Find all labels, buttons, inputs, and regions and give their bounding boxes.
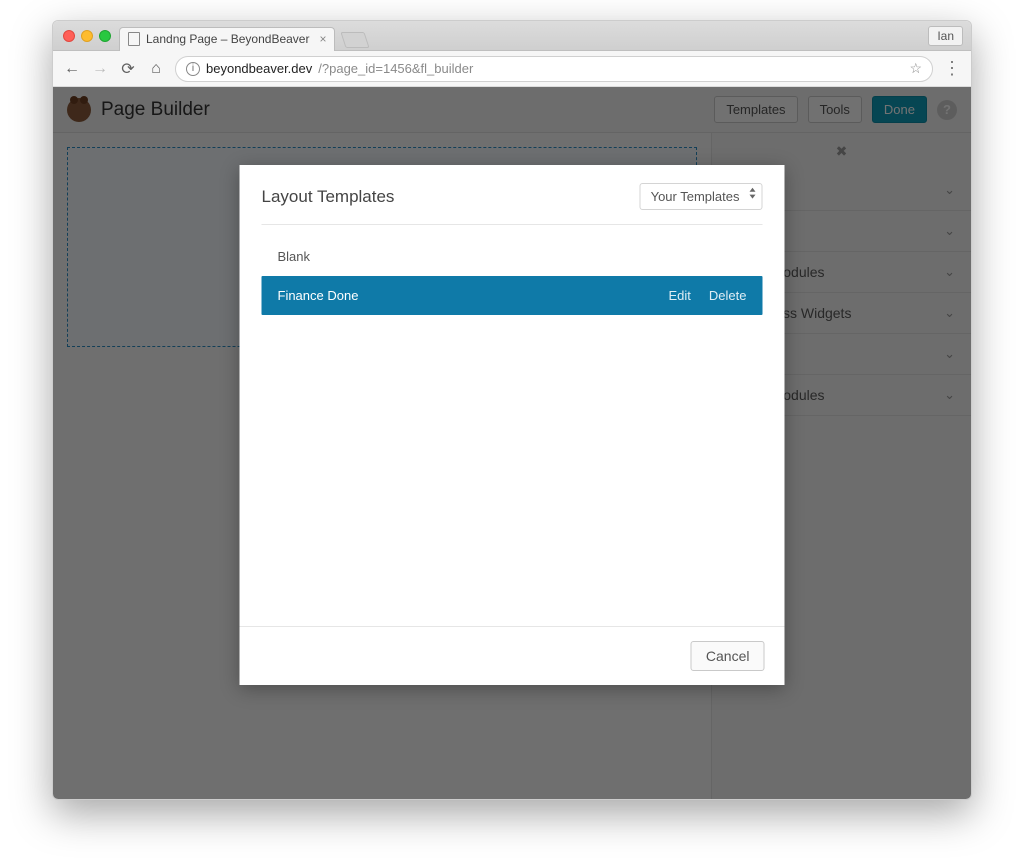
browser-menu-icon[interactable]: ⋮ <box>943 58 961 79</box>
site-info-icon[interactable]: i <box>186 62 200 76</box>
browser-window: Landng Page – BeyondBeaver × Ian ← → ⟳ ⌂… <box>52 20 972 800</box>
page-icon <box>128 32 140 46</box>
template-edit-link[interactable]: Edit <box>669 288 691 303</box>
cancel-button[interactable]: Cancel <box>691 641 765 671</box>
template-scope-select[interactable]: Your Templates <box>640 183 763 210</box>
template-item-label: Finance Done <box>278 288 359 303</box>
divider <box>262 224 763 225</box>
browser-tab[interactable]: Landng Page – BeyondBeaver × <box>119 27 335 51</box>
template-item-finance-done[interactable]: Finance Done Edit Delete <box>262 276 763 315</box>
browser-profile-chip[interactable]: Ian <box>928 26 963 46</box>
template-delete-link[interactable]: Delete <box>709 288 747 303</box>
modal-footer: Cancel <box>240 626 785 685</box>
template-item-label: Blank <box>278 249 311 264</box>
back-button[interactable]: ← <box>63 60 81 78</box>
modal-title: Layout Templates <box>262 187 395 207</box>
maximize-window-button[interactable] <box>99 30 111 42</box>
browser-tabstrip: Landng Page – BeyondBeaver × Ian <box>53 21 971 51</box>
bookmark-star-icon[interactable]: ☆ <box>909 60 922 77</box>
window-controls <box>63 30 111 42</box>
minimize-window-button[interactable] <box>81 30 93 42</box>
url-bar[interactable]: i beyondbeaver.dev /?page_id=1456&fl_buil… <box>175 56 933 82</box>
content-area: Page Builder Templates Tools Done ? ✖ La… <box>53 87 971 799</box>
url-host: beyondbeaver.dev <box>206 61 312 76</box>
close-tab-icon[interactable]: × <box>319 32 326 46</box>
template-list: Blank Finance Done Edit Delete <box>240 224 785 626</box>
modal-header: Layout Templates Your Templates <box>240 165 785 224</box>
template-item-blank[interactable]: Blank <box>262 237 763 276</box>
new-tab-button[interactable] <box>341 32 370 48</box>
reload-button[interactable]: ⟳ <box>119 59 137 79</box>
browser-toolbar: ← → ⟳ ⌂ i beyondbeaver.dev /?page_id=1456… <box>53 51 971 87</box>
layout-templates-modal: Layout Templates Your Templates Blank Fi… <box>240 165 785 685</box>
home-button[interactable]: ⌂ <box>147 60 165 78</box>
tab-title: Landng Page – BeyondBeaver <box>146 32 309 46</box>
close-window-button[interactable] <box>63 30 75 42</box>
url-path: /?page_id=1456&fl_builder <box>318 61 473 76</box>
forward-button: → <box>91 60 109 78</box>
